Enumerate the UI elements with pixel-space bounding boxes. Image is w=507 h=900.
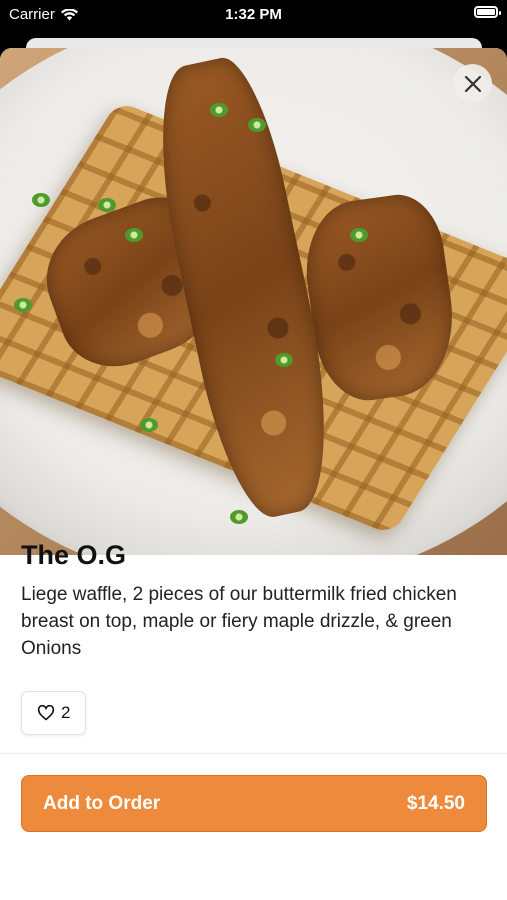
heart-outline-icon xyxy=(37,705,55,721)
add-to-order-button[interactable]: Add to Order $14.50 xyxy=(21,775,487,832)
close-icon xyxy=(464,75,481,92)
item-description: Liege waffle, 2 pieces of our buttermilk… xyxy=(21,584,457,659)
status-time: 1:32 PM xyxy=(225,6,282,23)
onion-garnish xyxy=(32,193,50,207)
divider xyxy=(0,753,507,754)
like-count: 2 xyxy=(61,703,71,722)
onion-garnish xyxy=(210,103,228,117)
onion-garnish xyxy=(125,228,143,242)
onion-garnish xyxy=(275,353,293,367)
onion-garnish xyxy=(98,198,116,212)
like-button[interactable]: 2 xyxy=(21,691,87,735)
onion-garnish xyxy=(14,298,32,312)
onion-garnish xyxy=(248,118,266,132)
order-price: $14.50 xyxy=(406,792,465,814)
status-bar: Carrier 1:32 PM xyxy=(0,0,507,30)
onion-garnish xyxy=(350,228,368,242)
item-photo xyxy=(0,48,507,555)
item-detail-sheet xyxy=(0,48,507,900)
add-to-order-label: Add to Order xyxy=(43,792,161,814)
close-button[interactable] xyxy=(453,64,492,103)
battery-icon xyxy=(474,6,501,18)
item-info: The O.G Liege waffle, 2 pieces of our bu… xyxy=(21,540,486,662)
item-title: The O.G xyxy=(21,540,127,570)
onion-garnish xyxy=(140,418,158,432)
onion-garnish xyxy=(230,510,248,524)
